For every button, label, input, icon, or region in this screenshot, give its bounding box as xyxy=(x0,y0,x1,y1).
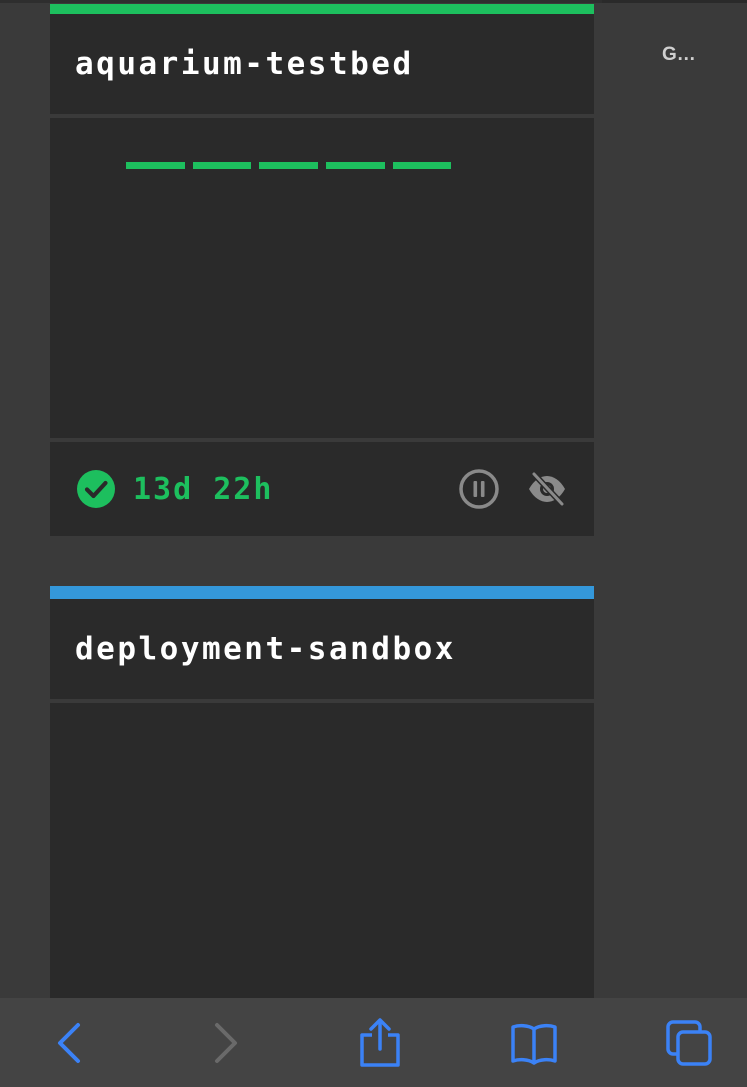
back-button[interactable] xyxy=(44,1017,96,1069)
tabs-icon xyxy=(666,1019,712,1066)
environment-card[interactable]: deployment-sandbox xyxy=(50,586,594,1003)
card-body xyxy=(50,703,594,1003)
loading-dashes xyxy=(126,162,451,169)
environment-card[interactable]: aquarium-testbed 13d 22h xyxy=(50,4,594,536)
tabs-button[interactable] xyxy=(663,1017,715,1069)
loading-dash xyxy=(326,162,385,169)
loading-dash xyxy=(259,162,318,169)
uptime-text: 13d 22h xyxy=(133,471,274,507)
loading-dash xyxy=(193,162,251,169)
forward-button[interactable] xyxy=(199,1017,251,1069)
side-panel-label[interactable]: G… xyxy=(662,44,696,66)
card-column: aquarium-testbed 13d 22h deployment-sand… xyxy=(50,0,594,1003)
card-title: aquarium-testbed xyxy=(75,46,414,82)
card-title: deployment-sandbox xyxy=(75,631,456,667)
card-body xyxy=(50,118,594,438)
loading-dash xyxy=(126,162,185,169)
share-icon xyxy=(359,1017,400,1067)
bookmarks-icon xyxy=(511,1023,557,1065)
browser-toolbar xyxy=(0,998,747,1087)
card-header[interactable]: deployment-sandbox xyxy=(50,599,594,699)
card-accent-bar xyxy=(50,586,594,599)
back-icon xyxy=(58,1022,80,1063)
pause-icon[interactable] xyxy=(458,468,500,510)
check-circle-icon xyxy=(77,470,115,508)
forward-icon xyxy=(214,1022,237,1063)
card-accent-bar xyxy=(50,4,594,14)
eye-off-icon[interactable] xyxy=(526,468,568,510)
loading-dash xyxy=(393,162,451,169)
card-actions xyxy=(458,468,568,510)
share-button[interactable] xyxy=(354,1017,406,1069)
card-footer: 13d 22h xyxy=(50,442,594,536)
bookmarks-button[interactable] xyxy=(508,1017,560,1069)
side-edge xyxy=(602,0,747,3)
card-header[interactable]: aquarium-testbed xyxy=(50,14,594,114)
page: aquarium-testbed 13d 22h deployment-sand… xyxy=(0,0,747,1087)
